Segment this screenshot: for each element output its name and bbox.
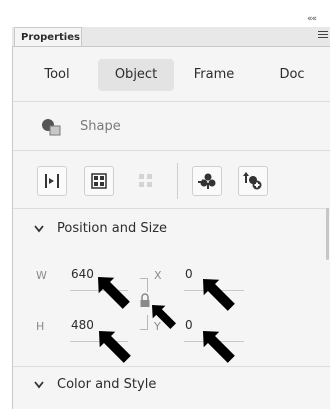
arrow-icon xyxy=(203,279,235,311)
scrollbar-thumb[interactable] xyxy=(326,208,329,260)
arrow-icon xyxy=(99,331,131,363)
arrow-icon xyxy=(152,305,177,330)
arrow-icon xyxy=(98,277,130,309)
divider xyxy=(13,366,330,367)
annotation-arrows xyxy=(98,277,235,363)
chevron-down-icon[interactable] xyxy=(34,381,44,389)
arrow-icon xyxy=(203,331,235,363)
section-title-color-style[interactable]: Color and Style xyxy=(57,377,156,392)
